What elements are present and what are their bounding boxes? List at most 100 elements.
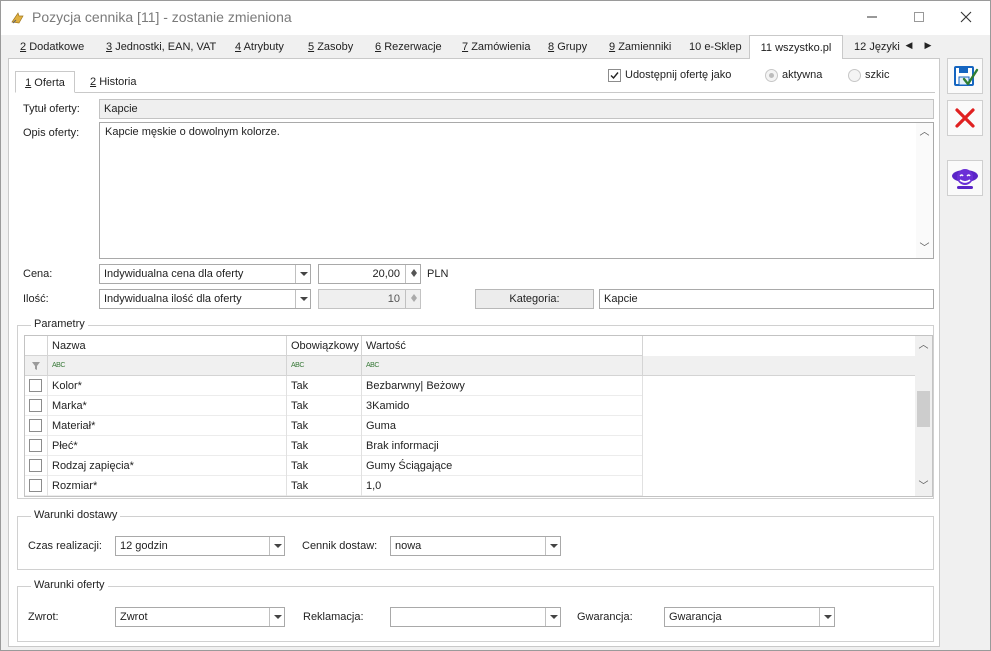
tab-jednostki[interactable]: 3 Jednostki, EAN, VAT <box>106 37 216 59</box>
table-row[interactable]: Materiał* Tak Guma <box>25 416 643 436</box>
row-checkbox[interactable] <box>29 399 42 412</box>
parameters-grid: Nazwa Obowiązkowy Wartość ABC ABC ABC Ko… <box>24 335 933 497</box>
delivery-pricelist-select[interactable]: nowa <box>390 536 561 556</box>
radio-szkic[interactable] <box>848 69 861 82</box>
filter-obowiazkowy[interactable]: ABC <box>287 356 362 376</box>
quantity-mode-select[interactable]: Indywidualna ilość dla oferty <box>99 289 311 309</box>
filter-icon[interactable] <box>25 356 48 376</box>
tab-zasoby[interactable]: 5 Zasoby <box>308 37 353 59</box>
tab-wszystko-pl[interactable]: 11 wszystko.pl <box>749 35 843 60</box>
scroll-down-icon[interactable]: ﹀ <box>918 481 929 492</box>
scroll-up-icon[interactable]: ︿ <box>919 127 930 138</box>
row-checkbox[interactable] <box>29 459 42 472</box>
spin-up-icon[interactable] <box>406 265 420 273</box>
return-select[interactable]: Zwrot <box>115 607 285 627</box>
delivery-pricelist-dropdown[interactable] <box>545 537 560 555</box>
table-row[interactable]: Rodzaj zapięcia* Tak Gumy Ściągające <box>25 456 643 476</box>
tab-zamienniki[interactable]: 9 Zamienniki <box>609 37 671 59</box>
cancel-icon <box>955 108 975 128</box>
column-nazwa[interactable]: Nazwa <box>48 336 287 356</box>
maximize-button[interactable] <box>896 1 942 33</box>
complaint-select[interactable] <box>390 607 561 627</box>
app-icon <box>11 12 24 24</box>
subtab-historia[interactable]: 2 Historia <box>90 71 136 93</box>
tab-dodatkowe[interactable]: 2 Dodatkowe <box>20 37 84 59</box>
description-scrollbar[interactable]: ︿ ﹀ <box>916 123 933 258</box>
warranty-label: Gwarancja: <box>577 611 633 623</box>
scroll-down-icon[interactable]: ﹀ <box>919 243 930 254</box>
category-field[interactable]: Kapcie <box>599 289 934 309</box>
complaint-dropdown[interactable] <box>545 608 560 626</box>
warranty-dropdown[interactable] <box>819 608 834 626</box>
main-tab-strip: 2 Dodatkowe 3 Jednostki, EAN, VAT 4 Atry… <box>8 35 940 60</box>
chevron-down-icon <box>549 615 558 619</box>
quantity-spinner[interactable] <box>405 290 420 308</box>
price-mode-value: Indywidualna cena dla oferty <box>104 268 244 280</box>
tab-zamowienia[interactable]: 7 Zamówienia <box>462 37 531 59</box>
grid-scrollbar[interactable]: ︿ ﹀ <box>915 336 932 496</box>
tab-scroll-right-icon[interactable]: ▶ <box>923 40 933 54</box>
filter-nazwa[interactable]: ABC <box>48 356 287 376</box>
price-mode-select[interactable]: Indywidualna cena dla oferty <box>99 264 311 284</box>
offer-description-text: Kapcie męskie o dowolnym kolorze. <box>105 126 280 138</box>
radio-szkic-label: szkic <box>865 69 890 81</box>
warranty-select[interactable]: Gwarancja <box>664 607 835 627</box>
tab-scroll-left-icon[interactable]: ◀ <box>904 40 914 54</box>
delivery-time-label: Czas realizacji: <box>28 540 102 552</box>
offer-title-label: Tytuł oferty: <box>23 103 80 115</box>
scrollbar-thumb[interactable] <box>917 391 930 427</box>
price-value: 20,00 <box>372 268 400 280</box>
grid-filter-row: ABC ABC ABC <box>25 356 915 376</box>
quantity-mode-dropdown[interactable] <box>295 290 310 308</box>
row-checkbox[interactable] <box>29 419 42 432</box>
radio-aktywna[interactable] <box>765 69 778 82</box>
chevron-down-icon <box>823 615 832 619</box>
minimize-button[interactable] <box>849 1 895 33</box>
table-row[interactable]: Rozmiar* Tak 1,0 <box>25 476 643 496</box>
spin-down-icon[interactable] <box>406 273 420 282</box>
minimize-icon <box>867 16 877 18</box>
tab-atrybuty[interactable]: 4 Atrybuty <box>235 37 284 59</box>
filter-wartosc[interactable]: ABC <box>362 356 643 376</box>
chevron-down-icon <box>273 544 282 548</box>
spin-up-icon[interactable] <box>406 290 420 298</box>
offer-title-field[interactable]: Kapcie <box>99 99 934 119</box>
quantity-value: 10 <box>387 293 400 305</box>
category-button[interactable]: Kategoria: <box>475 289 594 309</box>
close-button[interactable] <box>943 1 989 33</box>
complaint-label: Reklamacja: <box>303 611 364 623</box>
share-offer-label: Udostępnij ofertę jako <box>625 69 732 81</box>
cancel-button[interactable] <box>947 100 983 136</box>
dialog-window: Pozycja cennika [11] - zostanie zmienion… <box>0 0 991 651</box>
tab-e-sklep[interactable]: 10 e-Sklep <box>689 37 742 59</box>
quantity-value-field[interactable]: 10 <box>318 289 421 309</box>
publish-wszystko-pl-button[interactable] <box>947 160 983 196</box>
share-offer-checkbox[interactable] <box>608 69 621 82</box>
return-dropdown[interactable] <box>269 608 284 626</box>
table-row[interactable]: Kolor* Tak Bezbarwny| Beżowy <box>25 376 643 396</box>
column-obowiazkowy[interactable]: Obowiązkowy <box>287 336 362 356</box>
save-button[interactable] <box>947 58 983 94</box>
delivery-time-select[interactable]: 12 godzin <box>115 536 285 556</box>
tab-jezyki[interactable]: 12 Języki <box>854 37 900 59</box>
tab-rezerwacje[interactable]: 6 Rezerwacje <box>375 37 442 59</box>
return-label: Zwrot: <box>28 611 59 623</box>
table-row[interactable]: Płeć* Tak Brak informacji <box>25 436 643 456</box>
row-checkbox[interactable] <box>29 439 42 452</box>
row-checkbox[interactable] <box>29 479 42 492</box>
row-checkbox[interactable] <box>29 379 42 392</box>
title-bar: Pozycja cennika [11] - zostanie zmienion… <box>1 1 990 35</box>
offer-description-label: Opis oferty: <box>23 127 80 139</box>
price-value-field[interactable]: 20,00 <box>318 264 421 284</box>
spin-down-icon[interactable] <box>406 298 420 307</box>
offer-description-field[interactable]: Kapcie męskie o dowolnym kolorze. ︿ ﹀ <box>99 122 934 259</box>
price-spinner[interactable] <box>405 265 420 283</box>
delivery-time-dropdown[interactable] <box>269 537 284 555</box>
column-wartosc[interactable]: Wartość <box>362 336 643 356</box>
table-row[interactable]: Marka* Tak 3Kamido <box>25 396 643 416</box>
scroll-up-icon[interactable]: ︿ <box>918 340 929 351</box>
subtab-oferta[interactable]: 1 Oferta <box>15 71 75 93</box>
wszystko-pl-icon <box>952 169 978 189</box>
price-mode-dropdown[interactable] <box>295 265 310 283</box>
tab-grupy[interactable]: 8 Grupy <box>548 37 587 59</box>
